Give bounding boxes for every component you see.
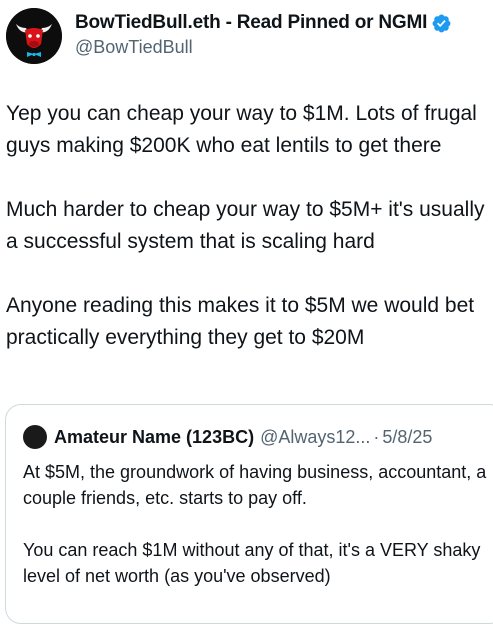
author-display-name[interactable]: BowTiedBull.eth - Read Pinned or NGMI (75, 12, 427, 34)
quote-paragraph: At $5M, the groundwork of having busines… (23, 462, 492, 508)
author-handle[interactable]: @BowTiedBull (75, 37, 452, 58)
quote-author-name[interactable]: Amateur Name (123BC) (54, 427, 254, 448)
author-avatar[interactable] (6, 8, 62, 64)
author-name-row: BowTiedBull.eth - Read Pinned or NGMI (75, 12, 452, 34)
tweet-paragraph: Anyone reading this makes it to $5M we w… (6, 294, 480, 349)
quote-body: At $5M, the groundwork of having busines… (23, 459, 493, 589)
quoted-tweet-card[interactable]: Amateur Name (123BC) @Always12... · 5/8/… (5, 404, 493, 624)
verified-badge-icon[interactable] (431, 13, 452, 34)
tweet-body: Yep you can cheap your way to $1M. Lots … (6, 98, 490, 354)
red-bull-avatar-icon (6, 8, 62, 64)
tweet-paragraph: Yep you can cheap your way to $1M. Lots … (6, 102, 483, 157)
tweet-paragraph: Much harder to cheap your way to $5M+ it… (6, 198, 491, 253)
quote-paragraph: You can reach $1M without any of that, i… (23, 540, 486, 586)
quote-header: Amateur Name (123BC) @Always12... · 5/8/… (23, 425, 432, 449)
tweet-header: BowTiedBull.eth - Read Pinned or NGMI @B… (6, 8, 452, 64)
quote-author-avatar[interactable] (23, 425, 47, 449)
quote-date[interactable]: 5/8/25 (382, 427, 432, 448)
quote-separator: · (373, 426, 380, 447)
quote-author-handle[interactable]: @Always12... (260, 427, 370, 448)
author-names: BowTiedBull.eth - Read Pinned or NGMI @B… (75, 12, 452, 58)
